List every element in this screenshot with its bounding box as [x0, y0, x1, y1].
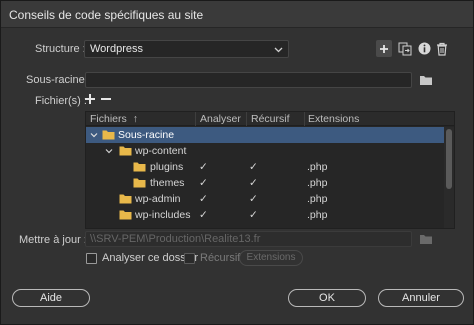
folder-icon	[119, 146, 132, 156]
table-row[interactable]: wp-content	[86, 143, 444, 159]
column-header-extensions[interactable]: Extensions	[308, 113, 359, 125]
recursive-checkmark: ✓	[249, 209, 258, 221]
column-divider	[304, 112, 305, 126]
files-column-label: Fichiers	[90, 113, 127, 125]
scrollbar-thumb[interactable]	[446, 129, 452, 189]
recursive-checkmark: ✓	[249, 193, 258, 205]
file-name: plugins	[150, 161, 184, 173]
files-table: Fichiers ↑ Analyser Récursif Extensions …	[85, 111, 455, 229]
analyse-checkmark: ✓	[199, 177, 208, 189]
table-row[interactable]: plugins ✓ ✓ .php	[86, 159, 444, 175]
subroot-input[interactable]	[85, 72, 412, 88]
analyse-checkmark: ✓	[199, 209, 208, 221]
add-file-icon[interactable]	[84, 93, 96, 105]
update-label: Mettre à jour :	[19, 234, 87, 246]
column-header-files[interactable]: Fichiers ↑	[90, 113, 138, 125]
table-row[interactable]: Sous-racine	[86, 127, 444, 143]
analyse-checkmark: ✓	[199, 161, 208, 173]
recursive-checkbox[interactable]	[184, 253, 195, 264]
column-header-analyse[interactable]: Analyser	[200, 113, 241, 125]
file-name: wp-content	[135, 145, 187, 157]
structure-label: Structure :	[35, 43, 86, 55]
column-header-recursive[interactable]: Récursif	[251, 113, 290, 125]
add-structure-button[interactable]	[376, 40, 392, 57]
table-row[interactable]: wp-includes ✓ ✓ .php	[86, 207, 444, 223]
analyse-checkmark: ✓	[199, 193, 208, 205]
import-export-button[interactable]	[397, 40, 413, 57]
trash-icon	[437, 42, 447, 56]
folder-icon	[102, 130, 115, 140]
extensions-value: .php	[307, 193, 328, 205]
file-name: wp-admin	[135, 193, 181, 205]
table-scrollbar[interactable]	[444, 127, 454, 228]
subroot-label: Sous-racine :	[26, 74, 91, 86]
analyse-folder-checkbox[interactable]	[86, 253, 97, 264]
ok-button[interactable]: OK	[288, 289, 366, 307]
folder-icon	[119, 194, 132, 204]
browse-folder-icon[interactable]	[419, 74, 433, 86]
files-label: Fichier(s) :	[35, 95, 87, 107]
cancel-button[interactable]: Annuler	[378, 289, 464, 307]
chevron-down-icon[interactable]	[105, 147, 113, 155]
browse-folder-icon[interactable]	[419, 233, 433, 245]
file-name: wp-includes	[135, 209, 191, 221]
recursive-checkmark: ✓	[249, 161, 258, 173]
extensions-button[interactable]: Extensions	[239, 250, 303, 266]
folder-icon	[133, 178, 146, 188]
update-path-input[interactable]: \\SRV-PEM\Production\Realite13.fr	[85, 231, 412, 247]
chevron-down-icon[interactable]	[90, 131, 98, 139]
file-name: themes	[150, 177, 185, 189]
chevron-down-icon	[274, 47, 283, 53]
column-divider	[195, 112, 196, 126]
recursive-label: Récursif	[200, 252, 241, 264]
remove-file-icon[interactable]	[100, 93, 112, 105]
dialog-title: Conseils de code spécifiques au site	[9, 8, 204, 22]
site-specific-code-hints-dialog: Conseils de code spécifiques au site Str…	[0, 0, 474, 325]
title-bar: Conseils de code spécifiques au site	[1, 1, 473, 28]
info-button[interactable]	[416, 40, 432, 57]
column-divider	[246, 112, 247, 126]
folder-icon	[119, 210, 132, 220]
extensions-value: .php	[307, 161, 328, 173]
table-header: Fichiers ↑ Analyser Récursif Extensions	[86, 112, 454, 126]
recursive-checkmark: ✓	[249, 177, 258, 189]
structure-select[interactable]: Wordpress	[84, 40, 289, 58]
import-export-icon	[398, 42, 412, 55]
delete-button[interactable]	[434, 40, 450, 57]
extensions-value: .php	[307, 177, 328, 189]
table-row[interactable]: themes ✓ ✓ .php	[86, 175, 444, 191]
folder-icon	[133, 162, 146, 172]
add-icon	[380, 44, 388, 53]
help-button[interactable]: Aide	[12, 289, 90, 307]
extensions-value: .php	[307, 209, 328, 221]
info-icon	[418, 42, 430, 55]
update-path-value: \\SRV-PEM\Production\Realite13.fr	[90, 233, 261, 245]
table-row[interactable]: wp-admin ✓ ✓ .php	[86, 191, 444, 207]
file-name: Sous-racine	[118, 129, 175, 141]
structure-value: Wordpress	[90, 43, 143, 55]
sort-ascending-icon: ↑	[132, 113, 138, 125]
